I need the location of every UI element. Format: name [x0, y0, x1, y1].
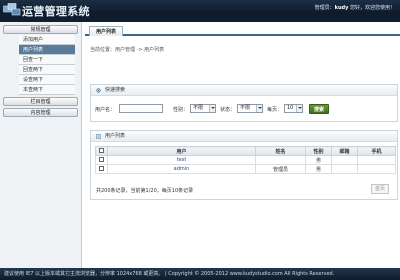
menu-group-title-column[interactable]: 栏目管理: [3, 97, 78, 106]
user-cell[interactable]: admin: [107, 164, 256, 174]
gear-icon: [96, 88, 101, 93]
main-content: 用户列表 当前位置：用户管理 -> 用户列表 快速搜索 用户名： 性别： 不限 …: [85, 22, 400, 268]
welcome-suffix: 您好，欢迎您使用！: [348, 5, 395, 11]
menu-group-title-content[interactable]: 内容管理: [3, 108, 78, 117]
tab-bar: 用户列表: [85, 26, 400, 36]
per-page-select-value: 10: [287, 105, 294, 111]
quick-search-header: 快速搜索: [91, 85, 397, 96]
col-header-name: 姓名: [255, 146, 306, 156]
first-page-button[interactable]: 首页: [371, 184, 389, 194]
search-form: 用户名： 性别： 不限 状态： 不限 每页： 10 搜索: [91, 103, 397, 115]
col-header-phone: 手机: [357, 146, 396, 156]
tab-user-list[interactable]: 用户列表: [89, 26, 124, 36]
gender-cell: 男: [305, 155, 332, 165]
user-list-panel: 用户列表 用户 姓名 性别 邮箱 手机 test 男 admin 管理员 男 共…: [90, 130, 398, 200]
table-row: test 男: [95, 155, 396, 165]
row-checkbox[interactable]: [99, 157, 104, 162]
sidebar-item-6[interactable]: 本查两下: [19, 85, 75, 95]
user-cell[interactable]: test: [107, 155, 256, 165]
menu-group-title-general[interactable]: 常规管理: [3, 25, 78, 34]
name-cell: [255, 155, 306, 165]
menu-list-general: 添加用户 用户列表 回查一下 回查两下 设查两下 本查两下: [19, 35, 75, 95]
name-cell: 管理员: [255, 164, 306, 174]
sidebar-item-5[interactable]: 设查两下: [19, 75, 75, 85]
app-title: 运营管理系统: [22, 5, 90, 18]
app-header: 运营管理系统 管理员：kudy 您好，欢迎您使用！: [0, 0, 400, 22]
gender-cell: 男: [305, 164, 332, 174]
col-header-user: 用户: [107, 146, 256, 156]
username-label: 用户名：: [95, 107, 116, 113]
email-cell: [331, 155, 358, 165]
select-all-checkbox[interactable]: [99, 148, 104, 153]
current-username[interactable]: kudy: [335, 5, 349, 11]
logo-icon: [3, 3, 21, 16]
phone-cell: [357, 155, 396, 165]
gender-select[interactable]: 不限: [190, 104, 216, 113]
sidebar-item-3[interactable]: 回查一下: [19, 55, 75, 65]
sidebar: 常规管理 添加用户 用户列表 回查一下 回查两下 设查两下 本查两下 栏目管理 …: [0, 22, 82, 268]
status-select-value: 不限: [240, 105, 251, 111]
status-select[interactable]: 不限: [237, 104, 263, 113]
menu-group-content: 内容管理: [3, 108, 78, 117]
quick-search-panel: 快速搜索 用户名： 性别： 不限 状态： 不限 每页： 10 搜索: [90, 84, 398, 122]
user-table: 用户 姓名 性别 邮箱 手机 test 男 admin 管理员 男: [95, 146, 396, 174]
user-list-header: 用户列表: [91, 131, 397, 142]
col-header-gender: 性别: [305, 146, 332, 156]
sidebar-item-4[interactable]: 回查两下: [19, 65, 75, 75]
list-icon: [96, 134, 101, 139]
per-page-select[interactable]: 10: [284, 104, 303, 113]
chevron-down-icon: [296, 105, 302, 112]
gender-select-value: 不限: [193, 105, 204, 111]
gender-label: 性别：: [173, 107, 189, 113]
search-button[interactable]: 搜索: [309, 104, 329, 114]
pagination-info: 共200条记录，当前第1/20，每页10条记录: [96, 188, 194, 194]
email-cell: [331, 164, 358, 174]
sidebar-item-user-list[interactable]: 用户列表: [19, 45, 75, 55]
row-select-cell: [95, 155, 108, 165]
user-list-title: 用户列表: [105, 133, 126, 139]
menu-group-general: 常规管理 添加用户 用户列表 回查一下 回查两下 设查两下 本查两下: [3, 25, 78, 95]
status-label: 状态：: [220, 107, 236, 113]
table-header-row: 用户 姓名 性别 邮箱 手机: [95, 146, 396, 156]
table-row: admin 管理员 男: [95, 164, 396, 174]
welcome-prefix: 管理员：: [314, 5, 335, 11]
col-header-select: [95, 146, 108, 156]
quick-search-title: 快速搜索: [105, 87, 126, 93]
chevron-down-icon: [256, 105, 262, 112]
col-header-email: 邮箱: [331, 146, 358, 156]
username-input[interactable]: [119, 104, 163, 113]
row-checkbox[interactable]: [99, 166, 104, 171]
menu-group-column: 栏目管理: [3, 97, 78, 106]
footer: 建议使用 IE7 以上版本或其它主流浏览器，分辨率 1024x768 或更高。 …: [0, 268, 400, 280]
phone-cell: [357, 164, 396, 174]
chevron-down-icon: [209, 105, 215, 112]
welcome-message: 管理员：kudy 您好，欢迎您使用！: [315, 4, 395, 11]
breadcrumb: 当前位置：用户管理 -> 用户列表: [90, 47, 165, 53]
sidebar-item-add-user[interactable]: 添加用户: [19, 35, 75, 45]
row-select-cell: [95, 164, 108, 174]
per-page-label: 每页：: [267, 107, 283, 113]
